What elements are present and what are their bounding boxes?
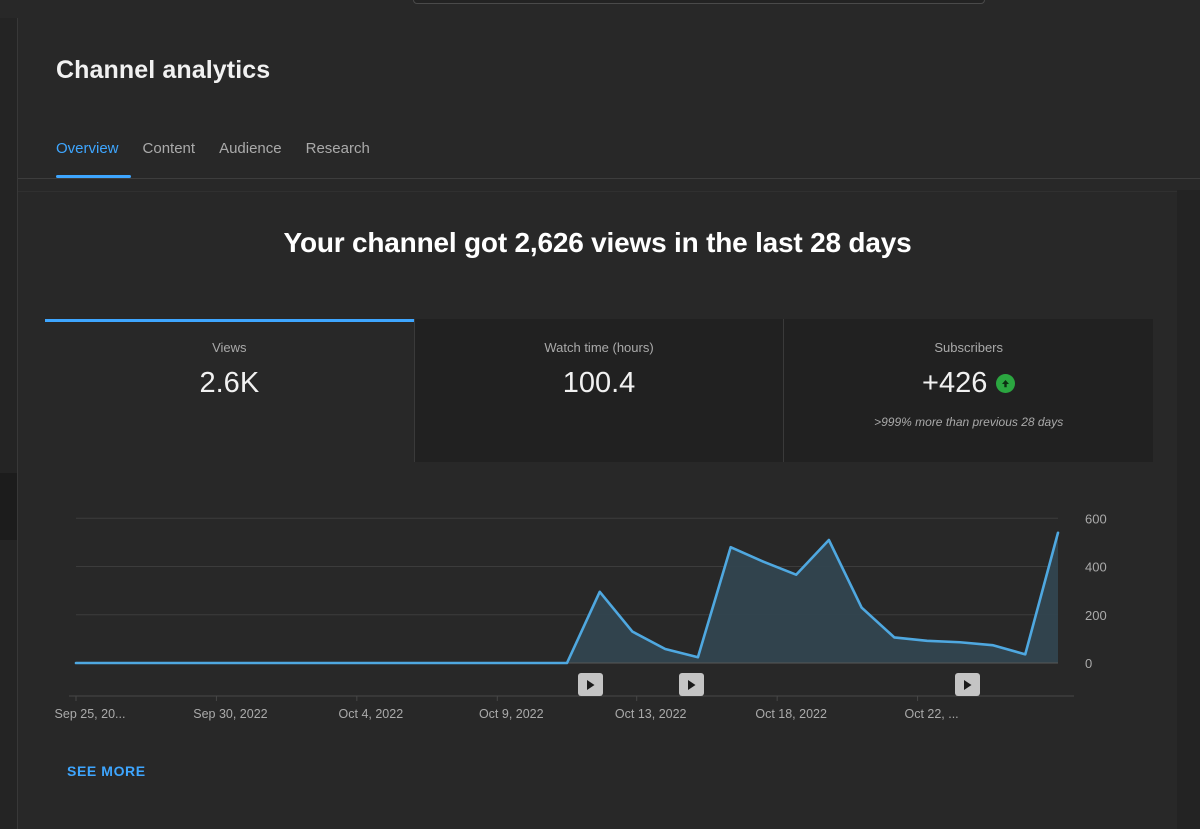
content-top-edge [18,191,1177,192]
play-icon [586,679,595,690]
x-axis-tick: Sep 30, 2022 [193,707,267,721]
video-marker-3[interactable] [954,673,980,696]
x-axis-tick: Oct 18, 2022 [755,707,827,721]
metric-label-subscribers: Subscribers [934,340,1003,355]
tab-research[interactable]: Research [306,140,394,177]
video-marker-1[interactable] [577,673,603,696]
search-box-stub[interactable] [413,0,985,4]
y-axis-tick: 400 [1085,560,1107,575]
metric-cards: Views 2.6K Watch time (hours) 100.4 Subs… [45,319,1154,462]
header-divider [18,178,1200,179]
views-chart[interactable]: 0 200 400 600 Sep 25, 20... Sep 30, 2022 Oct 4… [45,491,1153,741]
metric-card-subscribers[interactable]: Subscribers +426 >999% more than previou… [783,319,1154,462]
video-marker-2[interactable] [678,673,704,696]
views-chart-svg: 0 200 400 600 Sep 25, 20... Sep 30, 2022 Oct 4… [55,511,1107,721]
headline-text: Your channel got 2,626 views in the last… [283,227,912,258]
y-axis-tick: 600 [1085,511,1107,526]
page-title: Channel analytics [56,56,271,84]
y-axis-tick: 200 [1085,608,1107,623]
sidebar-selected-indicator [0,473,17,540]
metric-card-views[interactable]: Views 2.6K [45,319,414,462]
up-arrow-icon [996,373,1016,393]
channel-analytics-page: Channel analytics Overview Content Audie… [0,0,1200,829]
overview-content: Your channel got 2,626 views in the last… [18,191,1177,829]
x-axis-tick: Oct 13, 2022 [615,707,687,721]
metric-subtext-subscribers: >999% more than previous 28 days [874,415,1064,429]
metric-value-views: 2.6K [45,366,414,400]
metric-value-subscribers: +426 [784,366,1153,400]
x-axis-tick: Oct 4, 2022 [339,707,404,721]
metric-value-watch-time: 100.4 [415,366,784,400]
play-icon [687,679,696,690]
x-axis-tick: Oct 22, ... [904,707,958,721]
y-axis-tick: 0 [1085,656,1092,671]
top-chrome-strip [0,0,1200,18]
tab-overview[interactable]: Overview [56,140,143,177]
tab-audience[interactable]: Audience [219,140,306,177]
x-axis-tick: Oct 9, 2022 [479,707,544,721]
metric-card-watch-time[interactable]: Watch time (hours) 100.4 [413,319,784,462]
analytics-tabs: Overview Content Audience Research [56,140,394,177]
right-edge-strip [1177,190,1200,829]
metric-value-views-text: 2.6K [199,367,260,399]
left-sidebar-rail[interactable] [0,18,17,829]
metric-value-watch-time-text: 100.4 [562,367,636,399]
tab-content[interactable]: Content [143,140,220,177]
see-more-link[interactable]: SEE MORE [67,763,146,779]
play-icon [963,679,972,690]
metric-label-views: Views [212,340,247,355]
chart-area-fill [76,532,1058,663]
metric-label-watch-time: Watch time (hours) [544,340,654,355]
metric-value-subscribers-text: +426 [922,367,988,399]
x-axis-tick: Sep 25, 20... [55,707,126,721]
